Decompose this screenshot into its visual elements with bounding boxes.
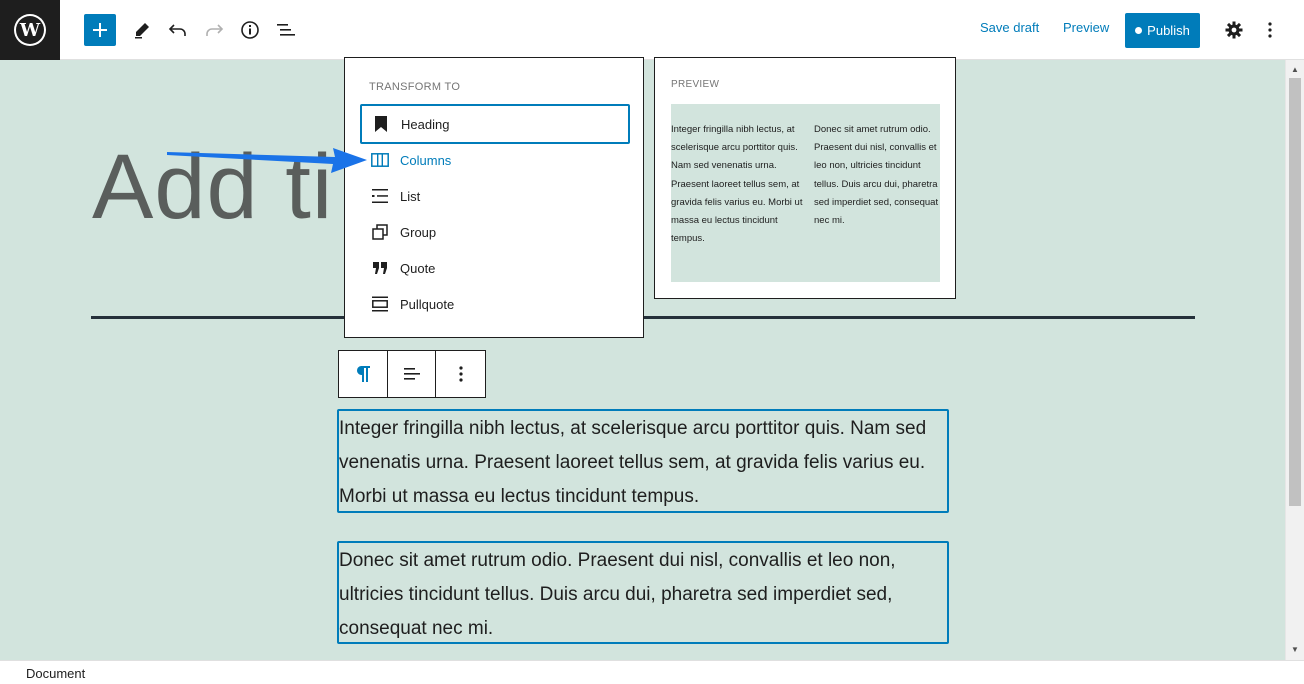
- preview-heading: PREVIEW: [671, 79, 720, 90]
- settings-button[interactable]: [1218, 14, 1250, 46]
- block-type-button[interactable]: [339, 351, 388, 397]
- align-left-icon: [403, 368, 420, 380]
- paragraph-block[interactable]: Integer fringilla nibh lectus, at sceler…: [337, 409, 949, 513]
- annotation-arrow-icon: [167, 148, 367, 173]
- plus-icon: [93, 23, 107, 37]
- paragraph-icon: [356, 366, 370, 382]
- transform-item-label: Group: [400, 224, 437, 240]
- scrollbar-thumb[interactable]: [1289, 78, 1301, 506]
- status-dot-icon: [1135, 27, 1143, 34]
- editor-header: W Save draft Preview Publish: [0, 0, 1304, 60]
- save-draft-button[interactable]: Save draft: [980, 20, 1039, 35]
- undo-icon: [168, 24, 186, 36]
- pullquote-icon: [370, 294, 390, 314]
- transform-item-list[interactable]: List: [360, 178, 630, 214]
- quote-icon: [370, 258, 390, 278]
- publish-label: Publish: [1147, 23, 1190, 38]
- wordpress-logo-icon[interactable]: W: [0, 0, 60, 60]
- more-vertical-icon: [459, 366, 463, 382]
- more-vertical-icon: [1268, 22, 1272, 38]
- list-view-button[interactable]: [270, 14, 302, 46]
- align-button[interactable]: [388, 351, 437, 397]
- transform-item-label: Heading: [401, 116, 450, 132]
- publish-button[interactable]: Publish: [1125, 13, 1200, 48]
- gear-icon: [1225, 21, 1243, 39]
- block-toolbar: [338, 350, 486, 398]
- transform-item-label: List: [400, 188, 421, 204]
- footer-breadcrumb-bar: Document: [0, 660, 1304, 684]
- redo-button[interactable]: [198, 14, 230, 46]
- transform-item-group[interactable]: Group: [360, 214, 630, 250]
- transform-item-label: Columns: [400, 152, 452, 168]
- list-icon: [370, 186, 390, 206]
- transform-menu-heading: TRANSFORM TO: [369, 81, 461, 93]
- preview-column: Integer fringilla nibh lectus, at sceler…: [671, 124, 803, 245]
- tools-button[interactable]: [126, 14, 158, 46]
- transform-item-pullquote[interactable]: Pullquote: [360, 286, 630, 322]
- group-icon: [370, 222, 390, 242]
- options-button[interactable]: [1254, 14, 1286, 46]
- details-button[interactable]: [234, 14, 266, 46]
- undo-button[interactable]: [162, 14, 194, 46]
- transform-preview: PREVIEW Integer fringilla nibh lectus, a…: [654, 57, 956, 299]
- pencil-icon: [135, 23, 149, 39]
- preview-button[interactable]: Preview: [1063, 20, 1109, 35]
- transform-menu: TRANSFORM TO Heading Columns List Group …: [344, 57, 644, 338]
- bookmark-icon: [371, 114, 391, 134]
- transform-item-columns[interactable]: Columns: [360, 142, 630, 178]
- breadcrumb-document[interactable]: Document: [26, 666, 85, 681]
- block-options-button[interactable]: [436, 351, 485, 397]
- add-block-button[interactable]: [84, 14, 116, 46]
- scroll-up-icon[interactable]: ▲: [1290, 65, 1300, 75]
- scrollbar[interactable]: ▲ ▼: [1285, 60, 1304, 660]
- info-icon: [241, 21, 259, 39]
- redo-icon: [206, 24, 224, 36]
- transform-item-heading[interactable]: Heading: [360, 104, 630, 144]
- transform-item-quote[interactable]: Quote: [360, 250, 630, 286]
- columns-preview: Integer fringilla nibh lectus, at sceler…: [671, 104, 940, 282]
- paragraph-block[interactable]: Donec sit amet rutrum odio. Praesent dui…: [337, 541, 949, 644]
- transform-item-label: Quote: [400, 260, 436, 276]
- transform-item-label: Pullquote: [400, 296, 455, 312]
- preview-column: Donec sit amet rutrum odio. Praesent dui…: [814, 124, 939, 227]
- scroll-down-icon[interactable]: ▼: [1290, 645, 1300, 655]
- list-view-icon: [277, 24, 295, 36]
